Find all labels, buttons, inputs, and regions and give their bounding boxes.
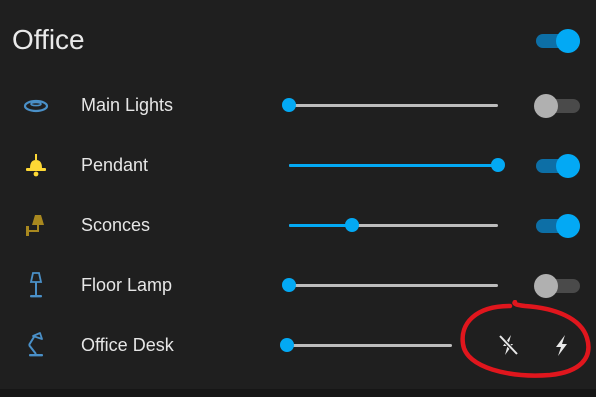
pendant-light-icon xyxy=(26,154,46,177)
entity-row-sconces: Sconces xyxy=(0,205,596,245)
ceiling-light-icon xyxy=(23,99,49,113)
entity-row-pendant: Pendant xyxy=(0,145,596,185)
slider-thumb[interactable] xyxy=(282,98,296,112)
toggle-thumb xyxy=(556,214,580,238)
wall-sconce-icon xyxy=(26,215,44,236)
slider-thumb[interactable] xyxy=(491,158,505,172)
brightness-slider[interactable] xyxy=(280,325,452,365)
slider-track xyxy=(287,344,452,347)
entity-label: Office Desk xyxy=(81,335,174,355)
slider-thumb[interactable] xyxy=(282,278,296,292)
master-toggle[interactable] xyxy=(534,26,582,54)
slider-track xyxy=(289,284,498,287)
entity-label: Main Lights xyxy=(81,95,174,115)
entity-toggle[interactable] xyxy=(534,91,582,119)
slider-track xyxy=(289,104,498,107)
card-title: Office xyxy=(12,24,85,55)
slider-thumb[interactable] xyxy=(280,338,294,352)
slider-fill xyxy=(289,224,352,227)
toggle-thumb xyxy=(534,274,558,298)
brightness-slider[interactable] xyxy=(289,145,505,185)
brightness-slider[interactable] xyxy=(282,265,498,305)
toggle-thumb xyxy=(556,29,580,53)
slider-fill xyxy=(289,164,498,167)
floor-lamp-icon xyxy=(29,272,43,298)
toggle-thumb xyxy=(556,154,580,178)
entity-toggle[interactable] xyxy=(534,151,582,179)
toggle-thumb xyxy=(534,94,558,118)
brightness-slider[interactable] xyxy=(289,205,498,245)
entity-toggle[interactable] xyxy=(534,211,582,239)
desk-lamp-icon xyxy=(28,332,43,357)
entity-label: Floor Lamp xyxy=(81,275,173,295)
entity-label: Sconces xyxy=(81,215,151,235)
entity-toggle[interactable] xyxy=(534,271,582,299)
brightness-slider[interactable] xyxy=(282,85,498,125)
entity-row-floor-lamp: Floor Lamp xyxy=(0,265,596,305)
entity-label: Pendant xyxy=(81,155,149,175)
entity-row-main-lights: Main Lights xyxy=(0,85,596,125)
slider-thumb[interactable] xyxy=(344,218,359,232)
annotation-circle xyxy=(460,300,591,378)
